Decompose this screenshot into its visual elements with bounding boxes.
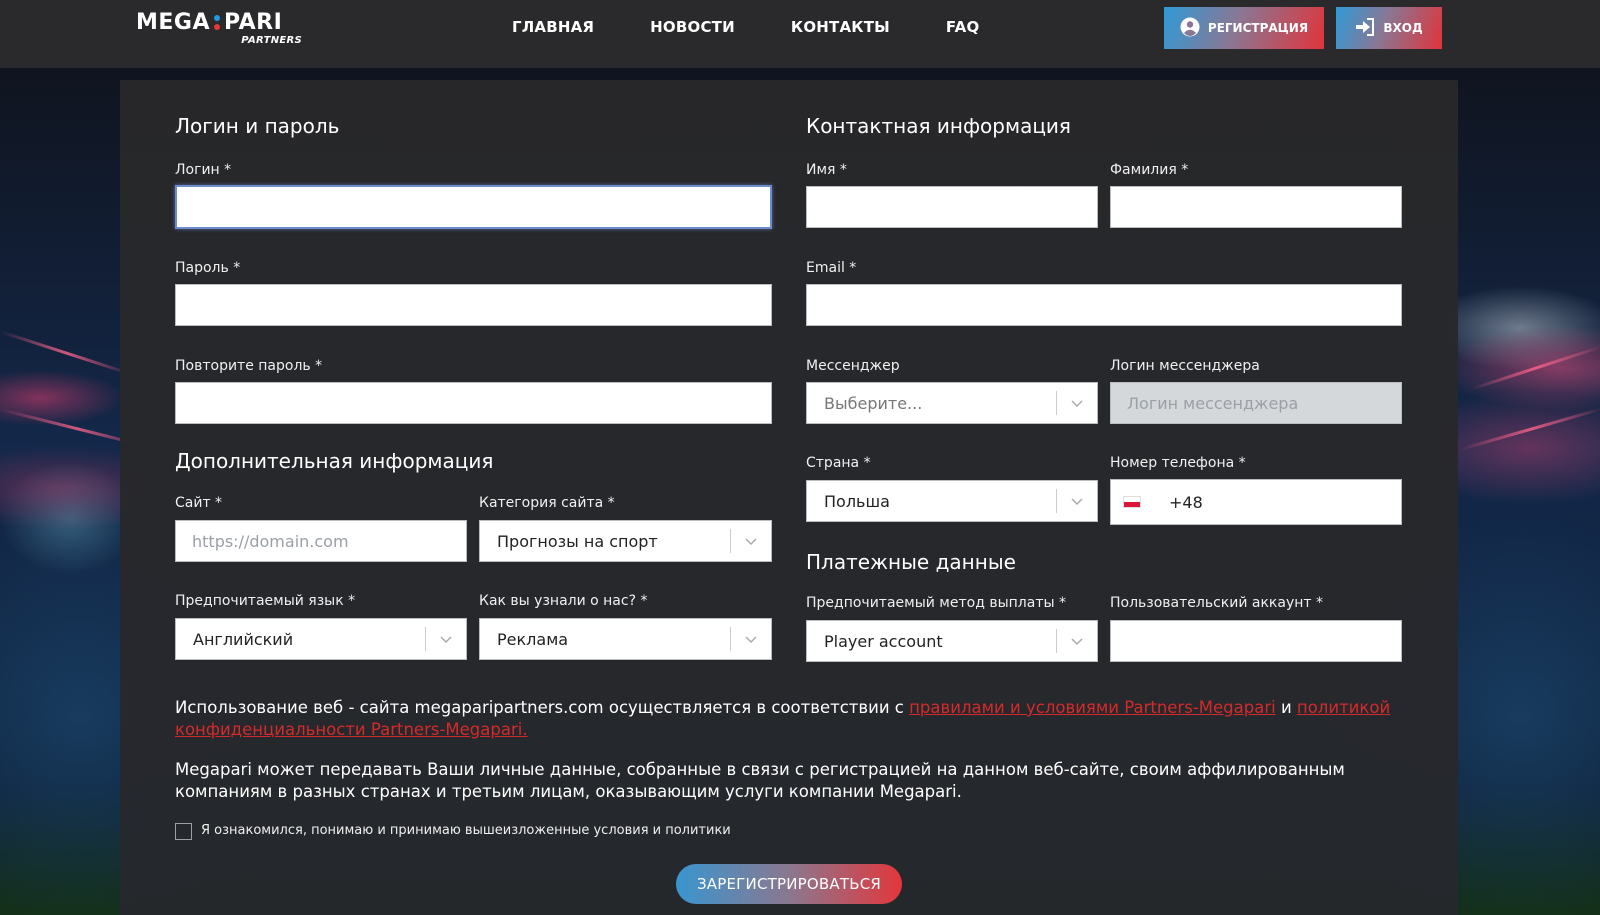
terms-middle: и [1275, 698, 1297, 717]
country-select[interactable]: Польша [806, 480, 1098, 522]
source-value: Реклама [497, 629, 569, 649]
light-streak [1459, 406, 1600, 451]
sign-in-icon [1355, 17, 1375, 40]
logo-text-left: MEGA [136, 10, 211, 35]
source-label: Как вы узнали о нас? * [479, 593, 648, 609]
terms-link[interactable]: правилами и условиями Partners-Megapari [909, 698, 1276, 717]
site-input[interactable] [175, 520, 467, 562]
login-label: Логин * [175, 162, 232, 178]
terms-prefix: Использование веб - сайта megaparipartne… [175, 698, 910, 717]
logo-dots-icon [214, 15, 221, 30]
country-label: Страна * [806, 455, 871, 471]
additional-section-title: Дополнительная информация [175, 449, 494, 473]
phone-country-code: +48 [1169, 492, 1203, 512]
register-header-label: РЕГИСТРАЦИЯ [1207, 21, 1309, 35]
payment-section-title: Платежные данные [806, 550, 1016, 574]
login-header-label: ВХОД [1383, 21, 1423, 35]
first-name-input[interactable] [806, 186, 1098, 228]
site-category-select[interactable]: Прогнозы на спорт [479, 520, 772, 562]
megapari-partners-logo[interactable]: MEGA PARI PARTNERS [136, 10, 306, 50]
user-circle-icon [1180, 17, 1200, 40]
user-account-label: Пользовательский аккаунт * [1110, 595, 1324, 611]
phone-label: Номер телефона * [1110, 455, 1246, 471]
login-input[interactable] [175, 185, 772, 229]
data-sharing-paragraph: Megapari может передавать Ваши личные да… [175, 760, 1345, 801]
terms-paragraph: Использование веб - сайта megaparipartne… [175, 697, 1405, 741]
repeat-password-label: Повторите пароль * [175, 358, 323, 374]
first-name-label: Имя * [806, 162, 847, 178]
last-name-input[interactable] [1110, 186, 1402, 228]
last-name-label: Фамилия * [1110, 162, 1189, 178]
phone-input[interactable]: +48 [1110, 479, 1402, 525]
main-nav: ГЛАВНАЯ НОВОСТИ КОНТАКТЫ FAQ [512, 18, 1035, 36]
password-input[interactable] [175, 284, 772, 326]
repeat-password-input[interactable] [175, 382, 772, 424]
nav-faq[interactable]: FAQ [946, 18, 980, 36]
email-input[interactable] [806, 284, 1402, 326]
language-value: Английский [193, 629, 294, 649]
register-header-button[interactable]: РЕГИСТРАЦИЯ [1164, 7, 1324, 49]
payout-method-label: Предпочитаемый метод выплаты * [806, 595, 1066, 611]
light-streak [0, 330, 134, 377]
login-section-title: Логин и пароль [175, 114, 340, 138]
site-category-value: Прогнозы на спорт [497, 531, 658, 551]
language-select[interactable]: Английский [175, 618, 467, 660]
messenger-label: Мессенджер [806, 358, 900, 374]
site-label: Сайт * [175, 495, 223, 511]
messenger-login-label: Логин мессенджера [1110, 358, 1260, 374]
user-account-input[interactable] [1110, 620, 1402, 662]
nav-contacts[interactable]: КОНТАКТЫ [791, 18, 890, 36]
top-header: MEGA PARI PARTNERS ГЛАВНАЯ НОВОСТИ КОНТА… [0, 0, 1600, 68]
chevron-down-icon [1057, 494, 1097, 508]
chevron-down-icon [731, 534, 771, 548]
site-category-label: Категория сайта * [479, 495, 615, 511]
chevron-down-icon [1057, 396, 1097, 410]
register-submit-button[interactable]: ЗАРЕГИСТРИРОВАТЬСЯ [676, 864, 902, 904]
chevron-down-icon [1057, 634, 1097, 648]
source-select[interactable]: Реклама [479, 618, 772, 660]
nav-home[interactable]: ГЛАВНАЯ [512, 18, 594, 36]
login-header-button[interactable]: ВХОД [1336, 7, 1442, 49]
language-label: Предпочитаемый язык * [175, 593, 356, 609]
logo-text-right: PARI [224, 10, 283, 35]
logo-subtitle: PARTNERS [241, 35, 302, 46]
nav-news[interactable]: НОВОСТИ [650, 18, 735, 36]
messenger-select[interactable]: Выберите... [806, 382, 1098, 424]
payout-method-select[interactable]: Player account [806, 620, 1098, 662]
accept-terms-label: Я ознакомился, понимаю и принимаю вышеиз… [201, 823, 731, 838]
messenger-login-input[interactable] [1110, 382, 1402, 424]
accept-terms-checkbox[interactable] [175, 823, 192, 840]
chevron-down-icon [426, 632, 466, 646]
country-value: Польша [824, 491, 890, 511]
email-label: Email * [806, 260, 857, 276]
poland-flag-icon[interactable] [1123, 496, 1141, 508]
chevron-down-icon [731, 632, 771, 646]
password-label: Пароль * [175, 260, 241, 276]
payout-method-value: Player account [824, 631, 943, 651]
contact-section-title: Контактная информация [806, 114, 1071, 138]
light-streak [1469, 344, 1600, 391]
messenger-placeholder: Выберите... [824, 393, 923, 413]
